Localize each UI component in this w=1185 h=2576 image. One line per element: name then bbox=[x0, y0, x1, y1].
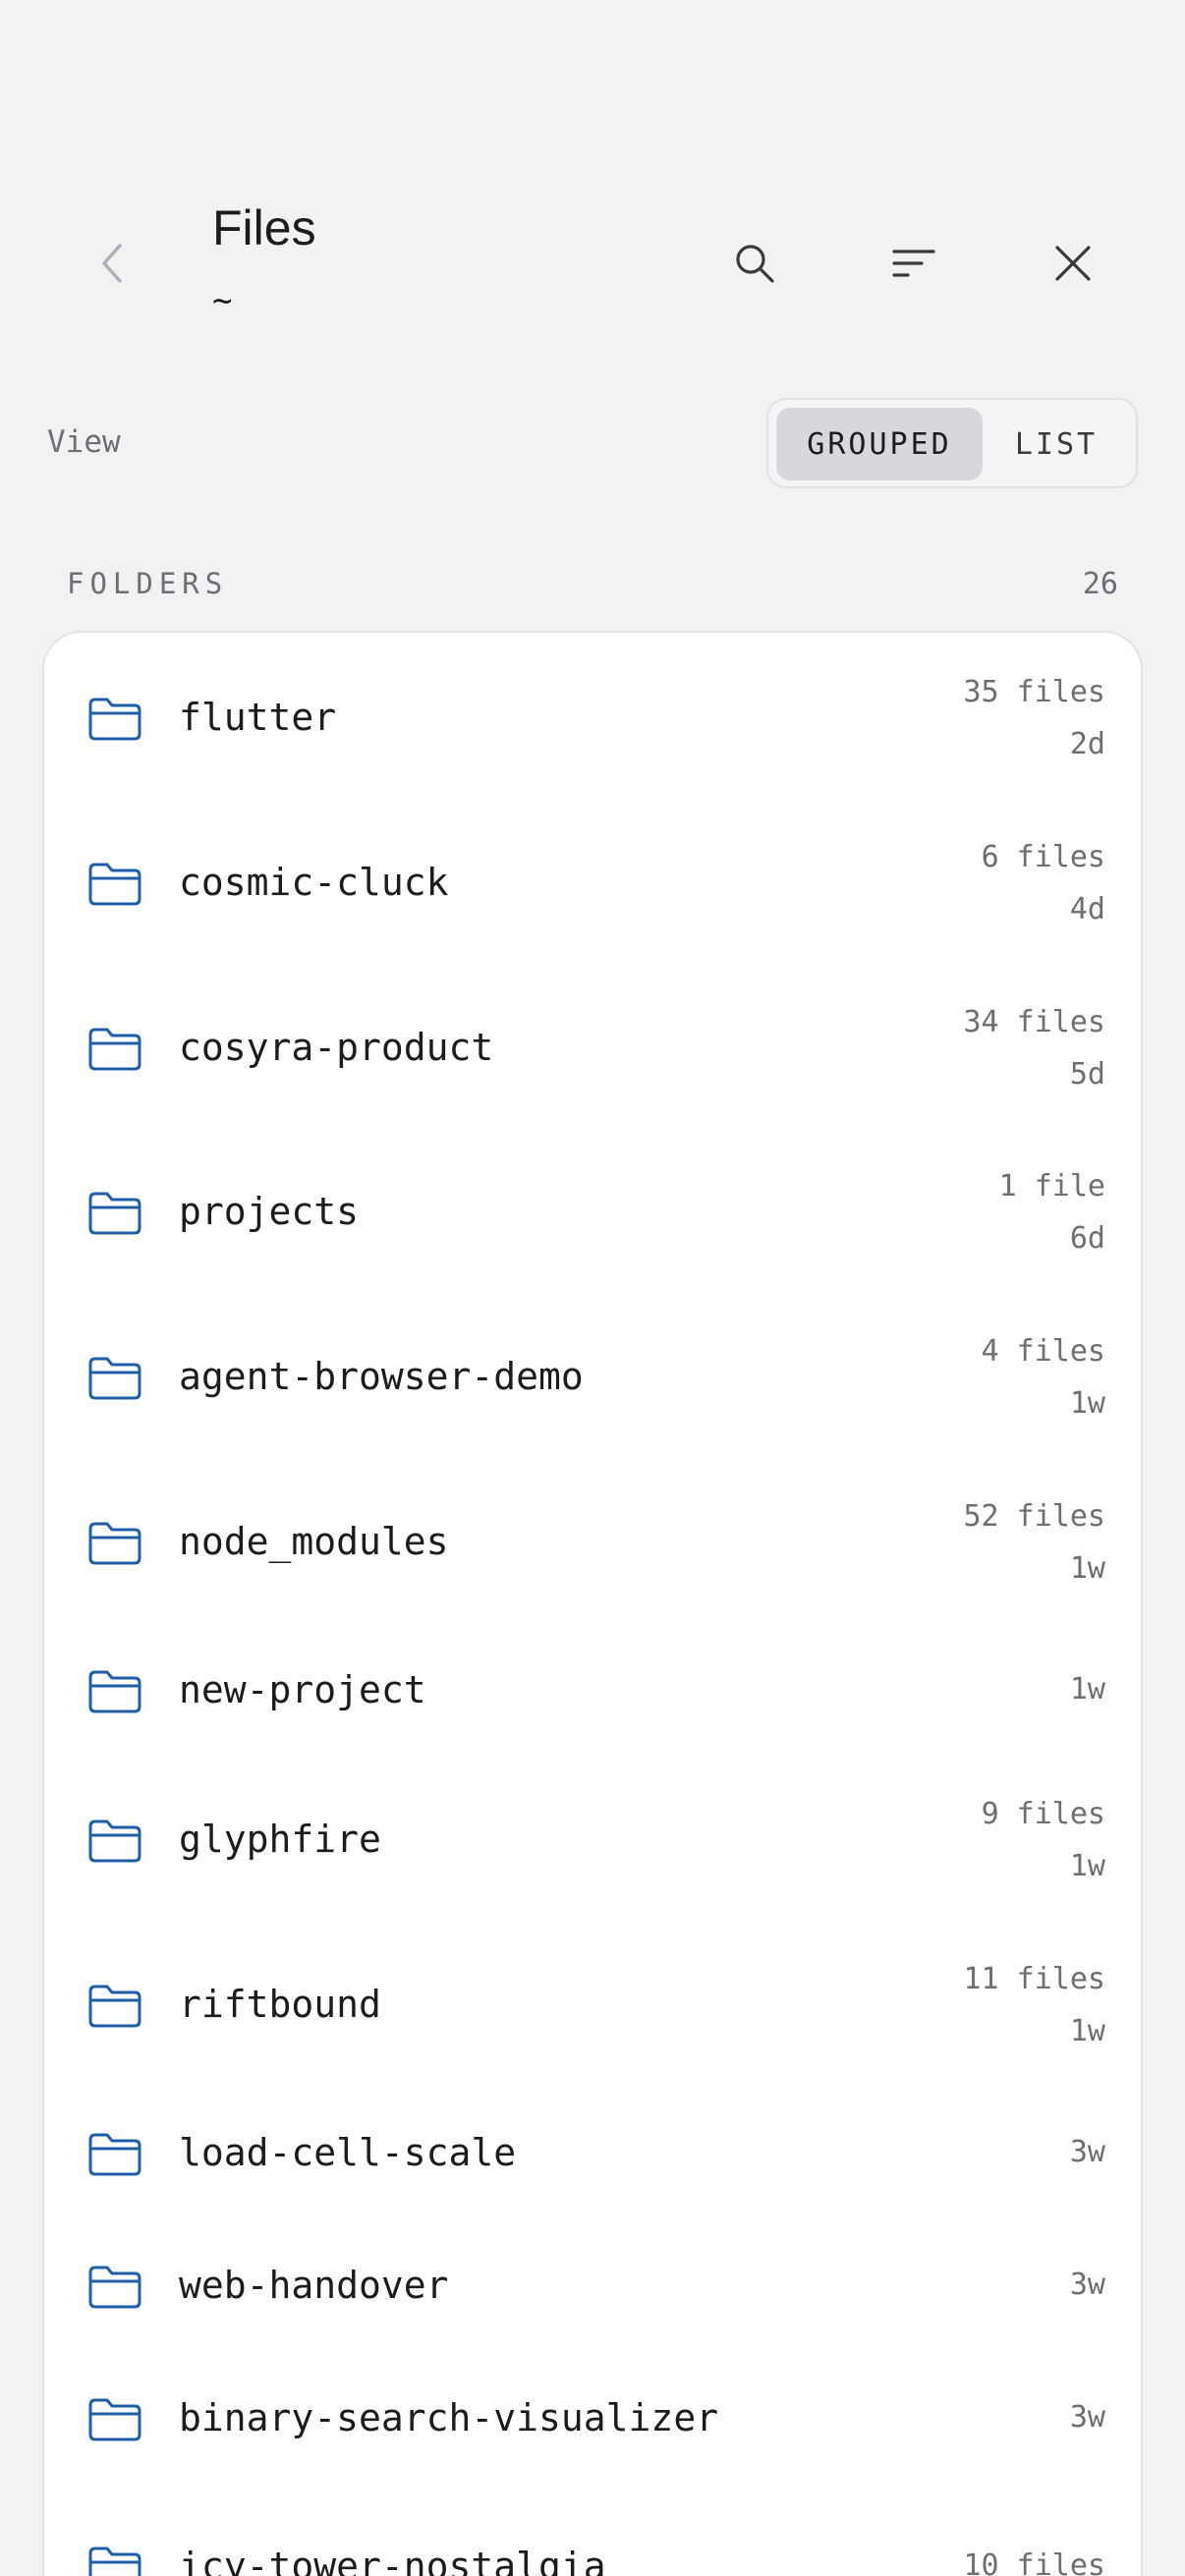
folder-icon bbox=[88, 1192, 141, 1235]
search-icon bbox=[736, 245, 774, 283]
folder-icon bbox=[88, 1357, 141, 1400]
folder-name: node_modules bbox=[179, 1520, 449, 1563]
view-label: View bbox=[47, 424, 121, 460]
folder-row[interactable]: node_modules 52 files 1w bbox=[44, 1475, 1145, 1612]
folder-name: flutter bbox=[179, 696, 337, 739]
section-title: FOLDERS bbox=[67, 567, 229, 600]
folder-file-count: 35 files bbox=[963, 675, 1106, 709]
folder-row[interactable]: flutter 35 files 2d bbox=[44, 650, 1145, 788]
folder-icon bbox=[88, 863, 141, 906]
folder-icon bbox=[88, 2266, 141, 2309]
header: Files ~ bbox=[0, 0, 1185, 373]
folder-file-count: 1 file bbox=[998, 1169, 1105, 1204]
folder-modified-time: 3w bbox=[1069, 2135, 1105, 2169]
folder-row[interactable]: projects 1 file 6d bbox=[44, 1145, 1145, 1282]
folder-row[interactable]: cosmic-cluck 6 files 4d bbox=[44, 815, 1145, 953]
folder-modified-time: 4d bbox=[1069, 892, 1105, 926]
current-path: ~ bbox=[212, 281, 233, 320]
sort-button[interactable] bbox=[886, 236, 941, 291]
folder-icon bbox=[88, 2547, 141, 2576]
folder-name: projects bbox=[179, 1190, 360, 1233]
back-button[interactable] bbox=[90, 236, 134, 291]
chevron-left-icon bbox=[102, 244, 122, 283]
folder-row[interactable]: agent-browser-demo 4 files 1w bbox=[44, 1310, 1145, 1447]
folder-file-count: 52 files bbox=[963, 1499, 1106, 1534]
folder-modified-time: 2d bbox=[1069, 727, 1105, 761]
section-count: 26 bbox=[1082, 567, 1118, 601]
folder-name: glyphfire bbox=[179, 1818, 381, 1861]
folder-row[interactable]: binary-search-visualizer 3w bbox=[44, 2351, 1145, 2489]
folder-icon bbox=[88, 1028, 141, 1071]
folder-name: cosyra-product bbox=[179, 1026, 494, 1069]
folder-row[interactable]: glyphfire 9 files 1w bbox=[44, 1772, 1145, 1910]
page-title: Files bbox=[212, 200, 316, 255]
folder-name: icy-tower-nostalgia bbox=[179, 2545, 606, 2576]
folder-icon bbox=[88, 1670, 141, 1713]
folder-modified-time: 3w bbox=[1069, 2400, 1105, 2435]
folder-file-count: 4 files bbox=[981, 1334, 1105, 1369]
view-list-button[interactable]: LIST bbox=[983, 408, 1130, 480]
folder-modified-time: 5d bbox=[1069, 1057, 1105, 1092]
folder-name: web-handover bbox=[179, 2264, 449, 2307]
folder-modified-time: 3w bbox=[1069, 2268, 1105, 2302]
view-grouped-button[interactable]: GROUPED bbox=[776, 408, 983, 480]
folder-row[interactable]: new-project 1w bbox=[44, 1623, 1145, 1761]
folder-file-count: 6 files bbox=[981, 840, 1105, 874]
search-button[interactable] bbox=[727, 236, 782, 291]
folder-icon bbox=[88, 2398, 141, 2441]
folder-modified-time: 1w bbox=[1069, 1551, 1105, 1586]
folder-icon bbox=[88, 2133, 141, 2176]
folder-row[interactable]: icy-tower-nostalgia 10 files bbox=[44, 2499, 1145, 2576]
folder-row[interactable]: cosyra-product 34 files 5d bbox=[44, 980, 1145, 1118]
folder-name: cosmic-cluck bbox=[179, 861, 449, 904]
folder-icon bbox=[88, 1985, 141, 2028]
folder-icon bbox=[88, 1820, 141, 1863]
folder-file-count: 34 files bbox=[963, 1005, 1106, 1039]
folder-modified-time: 1w bbox=[1069, 1386, 1105, 1421]
folder-icon bbox=[88, 1522, 141, 1565]
view-toggle: GROUPED LIST bbox=[766, 398, 1138, 488]
folder-modified-time: 1w bbox=[1069, 2014, 1105, 2048]
folder-modified-time: 1w bbox=[1069, 1849, 1105, 1883]
sort-icon bbox=[892, 250, 935, 277]
folder-row[interactable]: riftbound 11 files 1w bbox=[44, 1937, 1145, 2075]
folder-file-count: 10 files bbox=[963, 2548, 1106, 2576]
folder-modified-time: 1w bbox=[1069, 1672, 1105, 1707]
folder-modified-time: 6d bbox=[1069, 1221, 1105, 1256]
folder-row[interactable]: web-handover 3w bbox=[44, 2218, 1145, 2356]
folder-name: riftbound bbox=[179, 1983, 381, 2026]
folder-row[interactable]: load-cell-scale 3w bbox=[44, 2086, 1145, 2223]
close-button[interactable] bbox=[1045, 236, 1100, 291]
folder-file-count: 11 files bbox=[963, 1962, 1106, 1996]
folder-name: binary-search-visualizer bbox=[179, 2396, 719, 2439]
folder-name: agent-browser-demo bbox=[179, 1355, 584, 1398]
close-icon bbox=[1055, 246, 1091, 281]
folder-name: new-project bbox=[179, 1668, 426, 1711]
folder-file-count: 9 files bbox=[981, 1797, 1105, 1831]
folder-name: load-cell-scale bbox=[179, 2131, 517, 2174]
folder-icon bbox=[88, 698, 141, 741]
folder-list: flutter 35 files 2d cosmic-cluck 6 files 4d co… bbox=[42, 631, 1143, 2576]
